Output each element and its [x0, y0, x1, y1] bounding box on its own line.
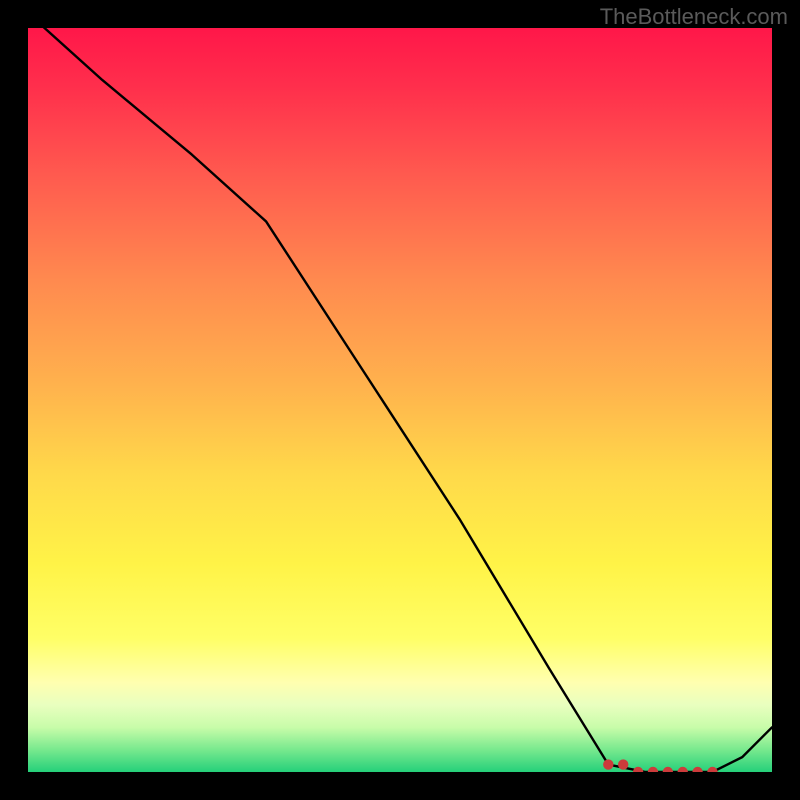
line-series-curve	[28, 28, 772, 772]
attribution-text: TheBottleneck.com	[600, 4, 788, 30]
highlight-marker	[633, 767, 643, 772]
highlight-marker	[663, 767, 673, 772]
chart-svg	[28, 28, 772, 772]
highlight-marker	[603, 759, 613, 769]
highlight-marker	[648, 767, 658, 772]
highlight-marker	[678, 767, 688, 772]
highlight-markers	[603, 759, 718, 772]
highlight-marker	[692, 767, 702, 772]
highlight-marker	[707, 767, 717, 772]
chart-plot-area	[28, 28, 772, 772]
highlight-marker	[618, 759, 628, 769]
